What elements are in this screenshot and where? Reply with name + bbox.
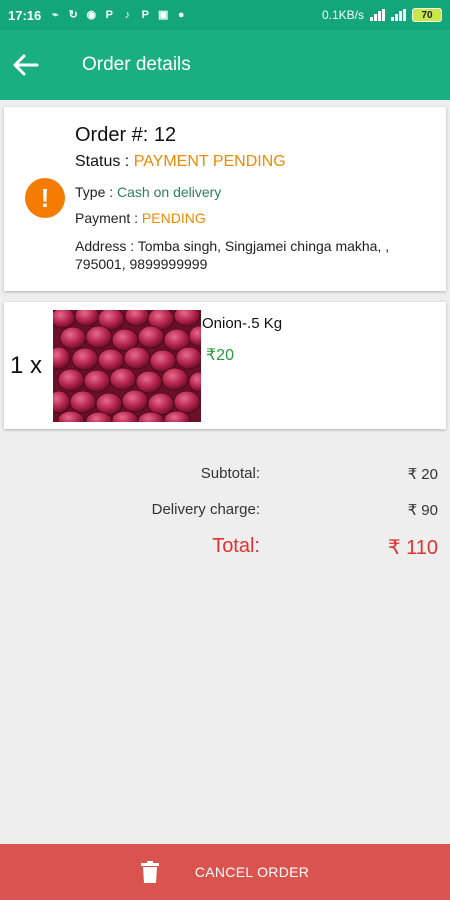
total-value: ₹ 110 [387, 537, 438, 559]
cancel-order-button[interactable]: CANCEL ORDER [0, 844, 450, 900]
drop-icon: ● [177, 9, 185, 21]
sync-icon: ↻ [68, 9, 78, 21]
trash-icon [140, 861, 159, 883]
subtotal-label: Subtotal: [200, 465, 260, 482]
arrow-left-icon [13, 54, 39, 76]
payment-value: PENDING [141, 210, 206, 226]
item-quantity: 1 x [10, 352, 43, 379]
status-label: Status : [75, 153, 134, 170]
order-address: Address : Tomba singh, Singjamei chinga … [75, 238, 390, 272]
back-button[interactable] [0, 30, 52, 100]
paytm-icon-2: P [141, 9, 149, 21]
usb-icon: ⌁ [51, 9, 59, 21]
signal-icon-2 [391, 9, 406, 21]
order-payment: Payment : PENDING [75, 210, 206, 226]
item-price: ₹20 [206, 347, 234, 364]
total-label: Total: [212, 535, 260, 557]
type-value: Cash on delivery [117, 184, 222, 200]
cancel-order-label: CANCEL ORDER [194, 864, 310, 880]
type-label: Type : [75, 184, 118, 200]
app-bar: Order details [0, 30, 450, 100]
order-status: Status : PAYMENT PENDING [75, 153, 286, 171]
signal-icon [370, 9, 385, 21]
delivery-charge-label: Delivery charge: [151, 501, 260, 518]
item-name: Onion-.5 Kg [202, 315, 283, 332]
status-value: PAYMENT PENDING [133, 153, 286, 170]
ps-icon: ◉ [86, 9, 97, 21]
tiktok-icon: ♪ [124, 9, 131, 21]
subtotal-value: ₹ 20 [407, 466, 438, 483]
page-title: Order details [82, 54, 191, 75]
order-number: Order #: 12 [75, 124, 177, 146]
payment-label: Payment : [75, 210, 142, 226]
network-speed: 0.1KB/s [321, 8, 364, 22]
order-type: Type : Cash on delivery [75, 184, 221, 200]
alert-icon: ! [25, 178, 65, 218]
delivery-charge-value: ₹ 90 [407, 502, 438, 519]
notification-icons: ⌁ ↻ ◉ P ♪ P ▣ ● [49, 9, 187, 21]
status-right: 0.1KB/s 70 [322, 8, 442, 22]
battery-icon: 70 [412, 8, 442, 22]
paytm-icon: P [105, 9, 113, 21]
status-bar: 17:16 ⌁ ↻ ◉ P ♪ P ▣ ● 0.1KB/s 70 [0, 0, 450, 30]
status-time: 17:16 [8, 7, 42, 23]
app-icon: ▣ [158, 9, 169, 21]
onion-image [53, 310, 201, 422]
